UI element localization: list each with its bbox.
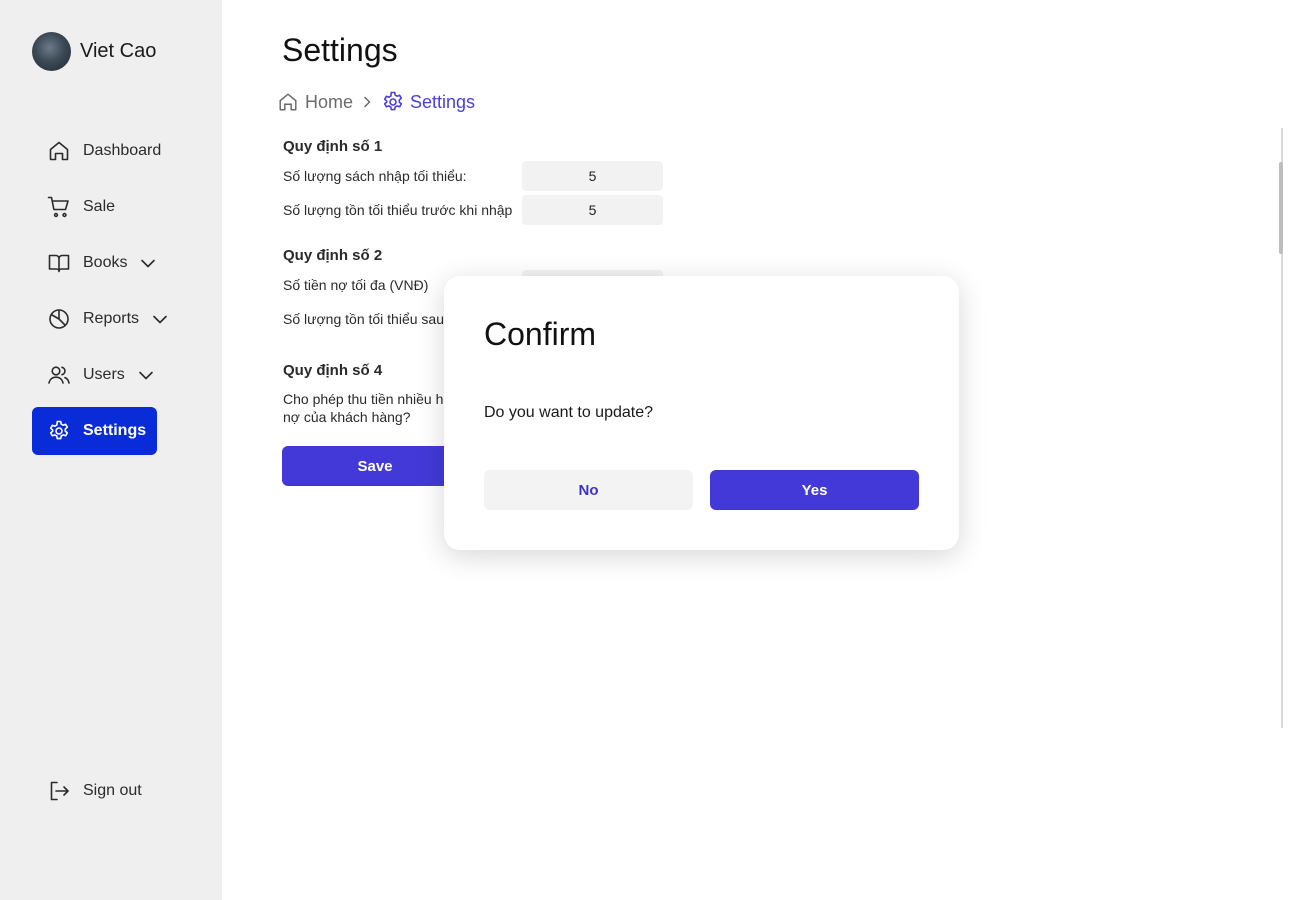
- save-button[interactable]: Save: [282, 446, 468, 486]
- sidebar-item-settings[interactable]: Settings: [32, 407, 157, 455]
- breadcrumb-home[interactable]: Home: [277, 91, 353, 113]
- chevron-down-icon[interactable]: [137, 366, 155, 384]
- breadcrumb-current: Settings: [381, 90, 475, 114]
- min-stock-before-label: Số lượng tồn tối thiểu trước khi nhập: [283, 202, 513, 218]
- min-stock-after-label: Số lượng tồn tối thiểu sau: [283, 311, 444, 327]
- gear-icon: [381, 90, 405, 114]
- home-icon: [47, 139, 71, 163]
- sidebar-item-books[interactable]: Books: [32, 239, 157, 287]
- dialog-title: Confirm: [484, 316, 597, 352]
- gear-icon: [47, 419, 71, 443]
- overpay-label-line2: nợ của khách hàng?: [283, 409, 411, 425]
- sidebar-item-reports[interactable]: Reports: [32, 295, 169, 343]
- min-import-input[interactable]: [522, 161, 663, 191]
- sidebar-item-users[interactable]: Users: [32, 351, 155, 399]
- breadcrumb-current-label: Settings: [410, 91, 476, 112]
- sign-out-label: Sign out: [83, 782, 142, 799]
- chevron-right-icon: [361, 96, 373, 108]
- profile-name: Viet Cao: [80, 40, 157, 62]
- sign-out-icon: [47, 779, 71, 803]
- confirm-dialog: Confirm Do you want to update? No Yes: [444, 276, 959, 550]
- pie-chart-icon: [47, 307, 71, 331]
- sidebar-item-dashboard[interactable]: Dashboard: [32, 127, 161, 175]
- breadcrumb: Home Settings: [277, 90, 475, 114]
- home-icon: [277, 91, 299, 113]
- no-button[interactable]: No: [484, 470, 693, 510]
- chevron-down-icon[interactable]: [151, 310, 169, 328]
- rule4-title: Quy định số 4: [283, 362, 383, 379]
- min-stock-before-input[interactable]: [522, 195, 663, 225]
- sidebar-item-label: Reports: [83, 310, 140, 327]
- scrollbar-thumb[interactable]: [1279, 162, 1283, 254]
- rule1-title: Quy định số 1: [283, 138, 383, 155]
- book-icon: [47, 251, 71, 275]
- max-debt-label: Số tiền nợ tối đa (VNĐ): [283, 277, 429, 293]
- yes-button[interactable]: Yes: [710, 470, 919, 510]
- users-icon: [47, 363, 71, 387]
- sidebar-item-label: Sale: [83, 198, 116, 215]
- dialog-message: Do you want to update?: [484, 404, 654, 421]
- page-title: Settings: [282, 32, 398, 68]
- breadcrumb-home-label: Home: [305, 91, 354, 112]
- user-profile[interactable]: Viet Cao: [32, 32, 156, 71]
- sidebar: Viet Cao Dashboard Sale Books Reports Us…: [0, 0, 222, 900]
- sidebar-item-label: Books: [83, 254, 128, 271]
- sign-out-button[interactable]: Sign out: [32, 767, 142, 815]
- sidebar-item-label: Users: [83, 366, 125, 383]
- avatar: [32, 32, 71, 71]
- rule2-title: Quy định số 2: [283, 247, 383, 264]
- chevron-down-icon[interactable]: [139, 254, 157, 272]
- overpay-label-line1: Cho phép thu tiền nhiều h: [283, 391, 444, 407]
- cart-icon: [47, 195, 71, 219]
- sidebar-item-label: Settings: [83, 422, 147, 439]
- sidebar-item-label: Dashboard: [83, 142, 162, 159]
- sidebar-item-sale[interactable]: Sale: [32, 183, 115, 231]
- min-import-label: Số lượng sách nhập tối thiểu:: [283, 168, 467, 184]
